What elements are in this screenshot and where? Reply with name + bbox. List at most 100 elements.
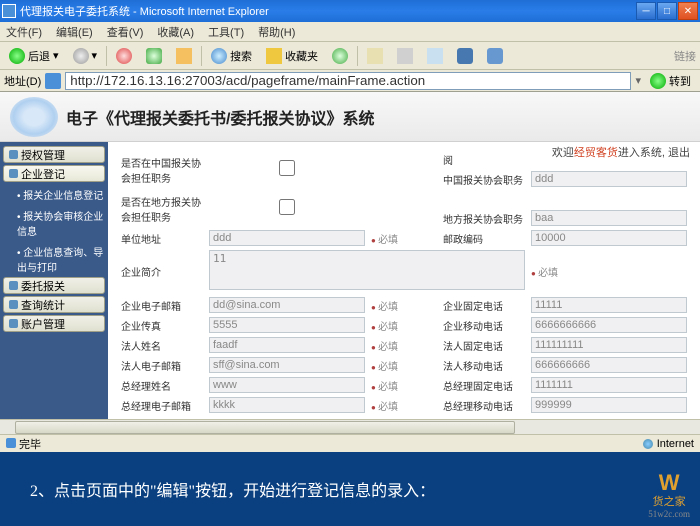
label: 单位地址 — [118, 228, 206, 248]
required: 必填 — [528, 248, 690, 295]
corp-fax[interactable] — [209, 317, 365, 333]
caption-text: 2、点击页面中的"编辑"按钮，开始进行登记信息的录入： — [30, 477, 435, 501]
mail-icon — [367, 48, 383, 64]
required: 必填 — [368, 355, 440, 375]
legal-mobile[interactable] — [531, 357, 687, 373]
edit-button[interactable] — [422, 46, 448, 66]
go-button[interactable]: 转到 — [645, 71, 696, 91]
address-input[interactable] — [65, 72, 631, 90]
close-button[interactable]: ✕ — [678, 2, 698, 20]
search-button[interactable]: 搜索 — [206, 46, 257, 66]
gm-name[interactable] — [209, 377, 365, 393]
home-button[interactable] — [171, 46, 197, 66]
sidebar-item-auth[interactable]: 授权管理 — [3, 146, 105, 163]
menu-file[interactable]: 文件(F) — [6, 24, 42, 40]
page-header: 电子《代理报关委托书/委托报关协议》系统 — [0, 92, 700, 142]
mail-button[interactable] — [362, 46, 388, 66]
sidebar-sub-1[interactable]: 报关企业信息登记 — [3, 184, 105, 205]
menubar: 文件(F) 编辑(E) 查看(V) 收藏(A) 工具(T) 帮助(H) — [0, 22, 700, 42]
sidebar-item-entrust[interactable]: 委托报关 — [3, 277, 105, 294]
internet-icon — [643, 439, 653, 449]
corp-email[interactable] — [209, 297, 365, 313]
ext1-button[interactable] — [452, 46, 478, 66]
label: 总经理移动电话 — [440, 395, 528, 415]
label: 企业简介 — [118, 248, 206, 295]
search-icon — [211, 48, 227, 64]
ie-icon — [2, 4, 16, 18]
maximize-button[interactable]: □ — [657, 2, 677, 20]
label: 企业电子邮箱 — [118, 295, 206, 315]
stop-icon — [116, 48, 132, 64]
form-table: 是否在中国报关协会担任职务 阅 中国报关协会职务 是否在地方报关协会担任职务 — [118, 150, 690, 415]
sidebar: 授权管理 企业登记 报关企业信息登记 报关协会审核企业信息 企业信息查询、导出与… — [0, 142, 108, 419]
links-label[interactable]: 链接 — [674, 48, 696, 64]
refresh-icon — [146, 48, 162, 64]
sidebar-sub-3[interactable]: 企业信息查询、导出与打印 — [3, 241, 105, 277]
legal-email[interactable] — [209, 357, 365, 373]
china-assoc-pos[interactable] — [531, 171, 687, 187]
back-button[interactable]: 后退 ▾ — [4, 46, 64, 66]
sidebar-sub-2[interactable]: 报关协会审核企业信息 — [3, 205, 105, 241]
label: 法人移动电话 — [440, 355, 528, 375]
desc-input[interactable]: 11 — [209, 250, 525, 290]
required: 必填 — [368, 295, 440, 315]
legal-tel[interactable] — [531, 337, 687, 353]
label: 总经理姓名 — [118, 375, 206, 395]
sidebar-item-account[interactable]: 账户管理 — [3, 315, 105, 332]
forward-button[interactable]: ▾ — [68, 46, 103, 66]
status-right: Internet — [643, 438, 694, 450]
status-left: 完毕 — [6, 436, 41, 452]
page-icon — [45, 73, 61, 89]
legal-name[interactable] — [209, 337, 365, 353]
statusbar: 完毕 Internet — [0, 434, 700, 452]
refresh-button[interactable] — [141, 46, 167, 66]
label: 总经理固定电话 — [440, 375, 528, 395]
sidebar-item-reg[interactable]: 企业登记 — [3, 165, 105, 182]
favorites-button[interactable]: 收藏夹 — [261, 46, 323, 66]
watermark: W 货之家 51w2c.com — [648, 470, 690, 520]
addr-input[interactable] — [209, 230, 365, 246]
folder-icon — [9, 169, 18, 178]
sidebar-item-query[interactable]: 查询统计 — [3, 296, 105, 313]
local-assoc-pos[interactable] — [531, 210, 687, 226]
scroll-thumb[interactable] — [15, 421, 515, 434]
history-button[interactable] — [327, 46, 353, 66]
gm-mobile[interactable] — [531, 397, 687, 413]
star-icon — [266, 48, 282, 64]
label: 总经理电子邮箱 — [118, 395, 206, 415]
required: 必填 — [368, 335, 440, 355]
home-icon — [176, 48, 192, 64]
edit-icon — [427, 48, 443, 64]
menu-tools[interactable]: 工具(T) — [208, 24, 244, 40]
gm-tel[interactable] — [531, 377, 687, 393]
addressbar: 地址(D) ▾ 转到 — [0, 70, 700, 92]
folder-icon — [9, 300, 18, 309]
print-button[interactable] — [392, 46, 418, 66]
china-assoc-checkbox[interactable] — [209, 160, 365, 176]
label: 法人固定电话 — [440, 335, 528, 355]
minimize-button[interactable]: ─ — [636, 2, 656, 20]
menu-help[interactable]: 帮助(H) — [258, 24, 295, 40]
ext2-button[interactable] — [482, 46, 508, 66]
titlebar: 代理报关电子委托系统 - Microsoft Internet Explorer… — [0, 0, 700, 22]
label: 是否在地方报关协会担任职务 — [118, 189, 206, 228]
corp-tel[interactable] — [531, 297, 687, 313]
separator — [106, 46, 107, 66]
menu-favorites[interactable]: 收藏(A) — [157, 24, 194, 40]
page-title: 电子《代理报关委托书/委托报关协议》系统 — [66, 105, 374, 129]
separator — [357, 46, 358, 66]
gm-email[interactable] — [209, 397, 365, 413]
stop-button[interactable] — [111, 46, 137, 66]
go-icon — [650, 73, 666, 89]
logo-icon — [10, 97, 58, 137]
zip-input[interactable] — [531, 230, 687, 246]
label: 中国报关协会职务 — [440, 169, 528, 189]
label: 企业移动电话 — [440, 315, 528, 335]
menu-edit[interactable]: 编辑(E) — [56, 24, 93, 40]
h-scrollbar[interactable] — [0, 419, 700, 434]
content: 电子《代理报关委托书/委托报关协议》系统 欢迎经贸客货进入系统, 退出 授权管理… — [0, 92, 700, 434]
local-assoc-checkbox[interactable] — [209, 199, 365, 215]
caption: 2、点击页面中的"编辑"按钮，开始进行登记信息的录入： W 货之家 51w2c.… — [0, 452, 700, 526]
menu-view[interactable]: 查看(V) — [107, 24, 144, 40]
corp-mobile[interactable] — [531, 317, 687, 333]
